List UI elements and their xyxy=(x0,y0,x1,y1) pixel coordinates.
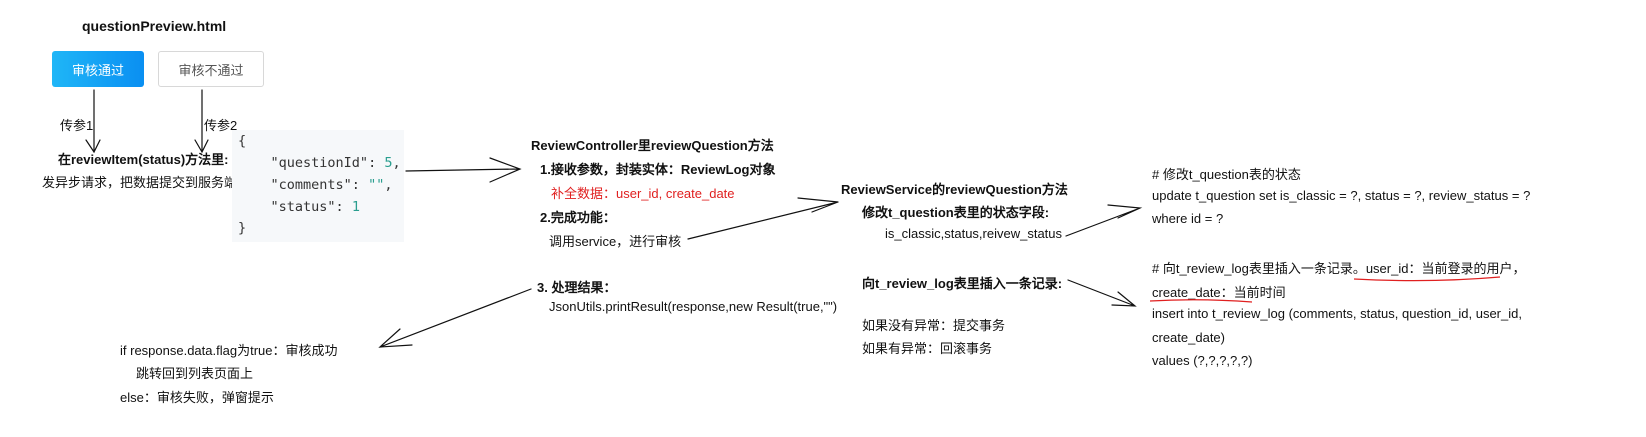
connector-layer xyxy=(85,89,1501,348)
connector-reject-to-review-item xyxy=(194,89,209,154)
arrow-controller-to-result xyxy=(378,288,532,348)
arrow-service-to-update-sql xyxy=(1065,204,1143,237)
arrow-service-to-insert-sql xyxy=(1067,279,1137,307)
arrow-controller-to-service xyxy=(687,197,839,240)
red-underline-user-id xyxy=(1353,276,1501,282)
red-underline-create-date xyxy=(1149,299,1253,303)
arrow-json-to-controller xyxy=(405,157,522,183)
connector-approve-to-review-item xyxy=(85,89,101,154)
